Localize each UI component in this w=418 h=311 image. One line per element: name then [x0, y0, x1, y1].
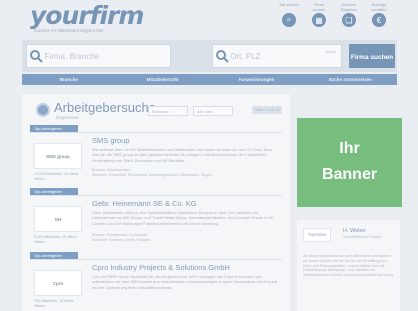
list-item[interactable]: Top Arbeitgeber GH 5.000 Mitarbeiter, 45…	[30, 188, 282, 248]
euro-icon[interactable]: €	[372, 13, 386, 27]
book-icon[interactable]: ❑	[342, 13, 356, 27]
list-item[interactable]: Top Arbeitgeber SMS group 14.000 Mitarbe…	[30, 125, 282, 181]
sort-select[interactable]: Relevanz	[148, 106, 188, 116]
location-search-field[interactable]	[212, 44, 342, 68]
globe-icon	[36, 103, 50, 117]
quick-link-job-search[interactable]: Job suchen ⌕	[277, 2, 301, 27]
company-search-input[interactable]	[44, 51, 170, 61]
quick-link-company-search[interactable]: Firma suchen ▦	[307, 2, 331, 27]
company-locations: Standorte: Düsseldorf, Hilchenbach, Mönc…	[92, 173, 212, 177]
location-pin-icon	[213, 45, 230, 67]
site-logo[interactable]: yourfirm	[30, 1, 144, 30]
partner-logo[interactable]: TopSales	[303, 228, 331, 242]
reset-search-link[interactable]: Suche zurücksetzen	[303, 77, 397, 82]
top-employer-badge: Top Arbeitgeber	[30, 125, 78, 132]
quick-link-label: Karriere Ratgeber	[340, 2, 358, 12]
filter-nav: Branche Mitarbeiterzahl Auszeichnungen S…	[22, 74, 397, 85]
list-item[interactable]: Top Arbeitgeber Cpro 500 Mitarbeiter, 18…	[30, 252, 282, 310]
company-search-button[interactable]: Firma suchen	[349, 44, 395, 68]
company-logo[interactable]: GH	[34, 206, 82, 232]
building-icon[interactable]: ▦	[312, 13, 326, 27]
company-logo[interactable]: Cpro	[34, 270, 82, 296]
contact-name: H. Weber	[343, 228, 367, 234]
contact-text: Als Branchenspezialist aus dem Mittelsta…	[303, 254, 395, 278]
pagination[interactable]: Seite 1 von 18	[252, 106, 282, 114]
search-bar: 25 km Firma suchen	[22, 40, 397, 72]
quick-link-career-guide[interactable]: Karriere Ratgeber ❑	[337, 2, 361, 27]
top-employer-badge: Top Arbeitgeber	[30, 252, 78, 259]
divider	[30, 195, 282, 196]
tagline: Karriere im Mittelstand beginnt hier	[34, 28, 104, 33]
filter-awards[interactable]: Auszeichnungen	[210, 77, 304, 82]
page-title: Arbeitgebersuche	[54, 100, 156, 115]
company-logo[interactable]: SMS group	[34, 143, 82, 169]
company-locations: Standorte: Hamburg, Berlin, Frankfurt	[92, 238, 151, 242]
company-name-link[interactable]: SMS group	[92, 136, 130, 145]
company-description: Gebr. Heinemann zählt zu den Spezialhänd…	[92, 210, 273, 226]
quick-link-label: Job suchen	[278, 2, 300, 7]
page-subtitle: Ergebnisse	[56, 115, 79, 120]
quick-link-label: Anzeige schalten	[371, 2, 387, 12]
filter-employees[interactable]: Mitarbeiterzahl	[116, 77, 210, 82]
banner-line-2: Banner	[321, 166, 378, 183]
location-filter-select[interactable]: Alle Orte	[193, 106, 233, 116]
company-description: Cpro IIoT/ERP ist ein Spezialist für die…	[92, 274, 278, 290]
contact-panel: TopSales H. Weber Geschäftsführer Yourfi…	[297, 220, 400, 311]
search-icon[interactable]: ⌕	[282, 13, 296, 27]
company-stats: 14.000 Mitarbeiter, 15 offene Stellen	[34, 172, 79, 181]
banner-line-1: Ihr	[339, 140, 360, 157]
quick-link-label: Firma suchen	[312, 2, 326, 12]
search-icon	[27, 45, 45, 67]
filter-branche[interactable]: Branche	[22, 77, 116, 82]
results-panel: Arbeitgebersuche Ergebnisse Relevanz All…	[22, 94, 290, 311]
ad-banner[interactable]: Ihr Banner	[297, 118, 402, 207]
company-name-link[interactable]: Cpro Industry Projects & Solutions GmbH	[92, 263, 230, 272]
contact-role: Geschäftsführer Yourfirm	[343, 235, 382, 239]
page: yourfirm Karriere im Mittelstand beginnt…	[0, 0, 418, 311]
company-stats: 5.000 Mitarbeiter, 45 offene Stellen	[34, 235, 77, 244]
radius-select[interactable]: 25 km	[325, 49, 336, 54]
company-name-link[interactable]: Gebr. Heinemann SE & Co. KG	[92, 199, 197, 208]
company-search-field[interactable]	[26, 44, 171, 68]
quick-links: Job suchen ⌕ Firma suchen ▦ Karriere Rat…	[277, 2, 391, 27]
header: yourfirm Karriere im Mittelstand beginnt…	[22, 0, 397, 37]
company-description: Wir weltweit über 14.000 Mitarbeiterinne…	[92, 147, 273, 163]
divider	[30, 259, 282, 260]
company-stats: 500 Mitarbeiter, 18 offene Stellen	[34, 299, 74, 308]
top-employer-badge: Top Arbeitgeber	[30, 188, 78, 195]
divider	[30, 132, 282, 133]
quick-link-post-ad[interactable]: Anzeige schalten €	[367, 2, 391, 27]
